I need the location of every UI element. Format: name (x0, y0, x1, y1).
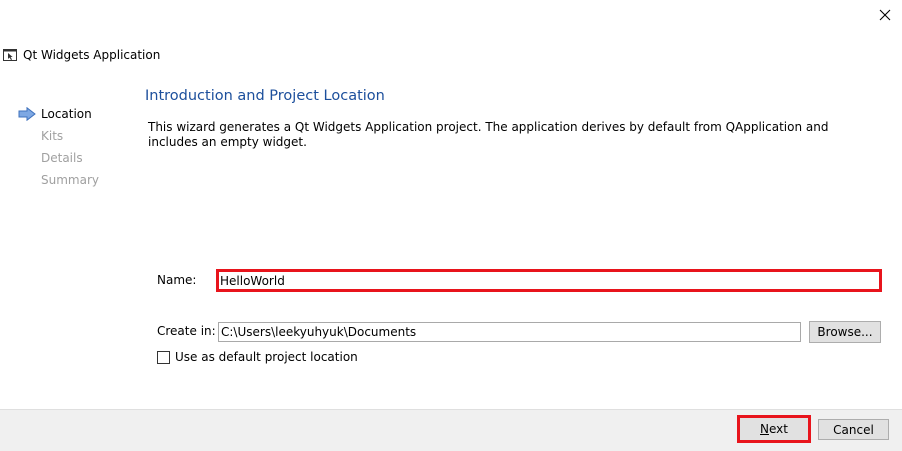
cancel-button[interactable]: Cancel (818, 419, 889, 440)
default-location-option[interactable]: Use as default project location (157, 349, 358, 365)
window-title-row: Qt Widgets Application (3, 46, 160, 64)
close-icon (879, 9, 891, 21)
window-title: Qt Widgets Application (23, 48, 161, 62)
current-step-arrow-icon (18, 107, 36, 121)
qt-widgets-app-icon (3, 49, 17, 61)
step-label: Location (41, 107, 92, 121)
step-kits: Kits (18, 125, 99, 147)
step-location: Location (18, 103, 99, 125)
step-label: Summary (41, 173, 99, 187)
step-details: Details (18, 147, 99, 169)
step-label: Details (41, 151, 83, 165)
name-label: Name: (157, 273, 197, 287)
browse-button[interactable]: Browse... (809, 321, 881, 343)
next-mnemonic: N (760, 422, 769, 436)
default-location-label: Use as default project location (175, 350, 358, 364)
default-location-checkbox[interactable] (157, 350, 170, 364)
create-in-path-input[interactable] (218, 322, 801, 342)
project-name-input[interactable] (216, 269, 882, 292)
next-button[interactable]: Next (737, 415, 811, 443)
step-summary: Summary (18, 169, 99, 191)
page-description: This wizard generates a Qt Widgets Appli… (148, 120, 829, 149)
step-label: Kits (41, 129, 64, 143)
next-label: ext (769, 422, 788, 436)
wizard-steps: Location Kits Details Summary (18, 103, 99, 191)
create-in-label: Create in: (157, 324, 216, 338)
close-button[interactable] (872, 4, 898, 26)
page-title: Introduction and Project Location (145, 88, 385, 104)
